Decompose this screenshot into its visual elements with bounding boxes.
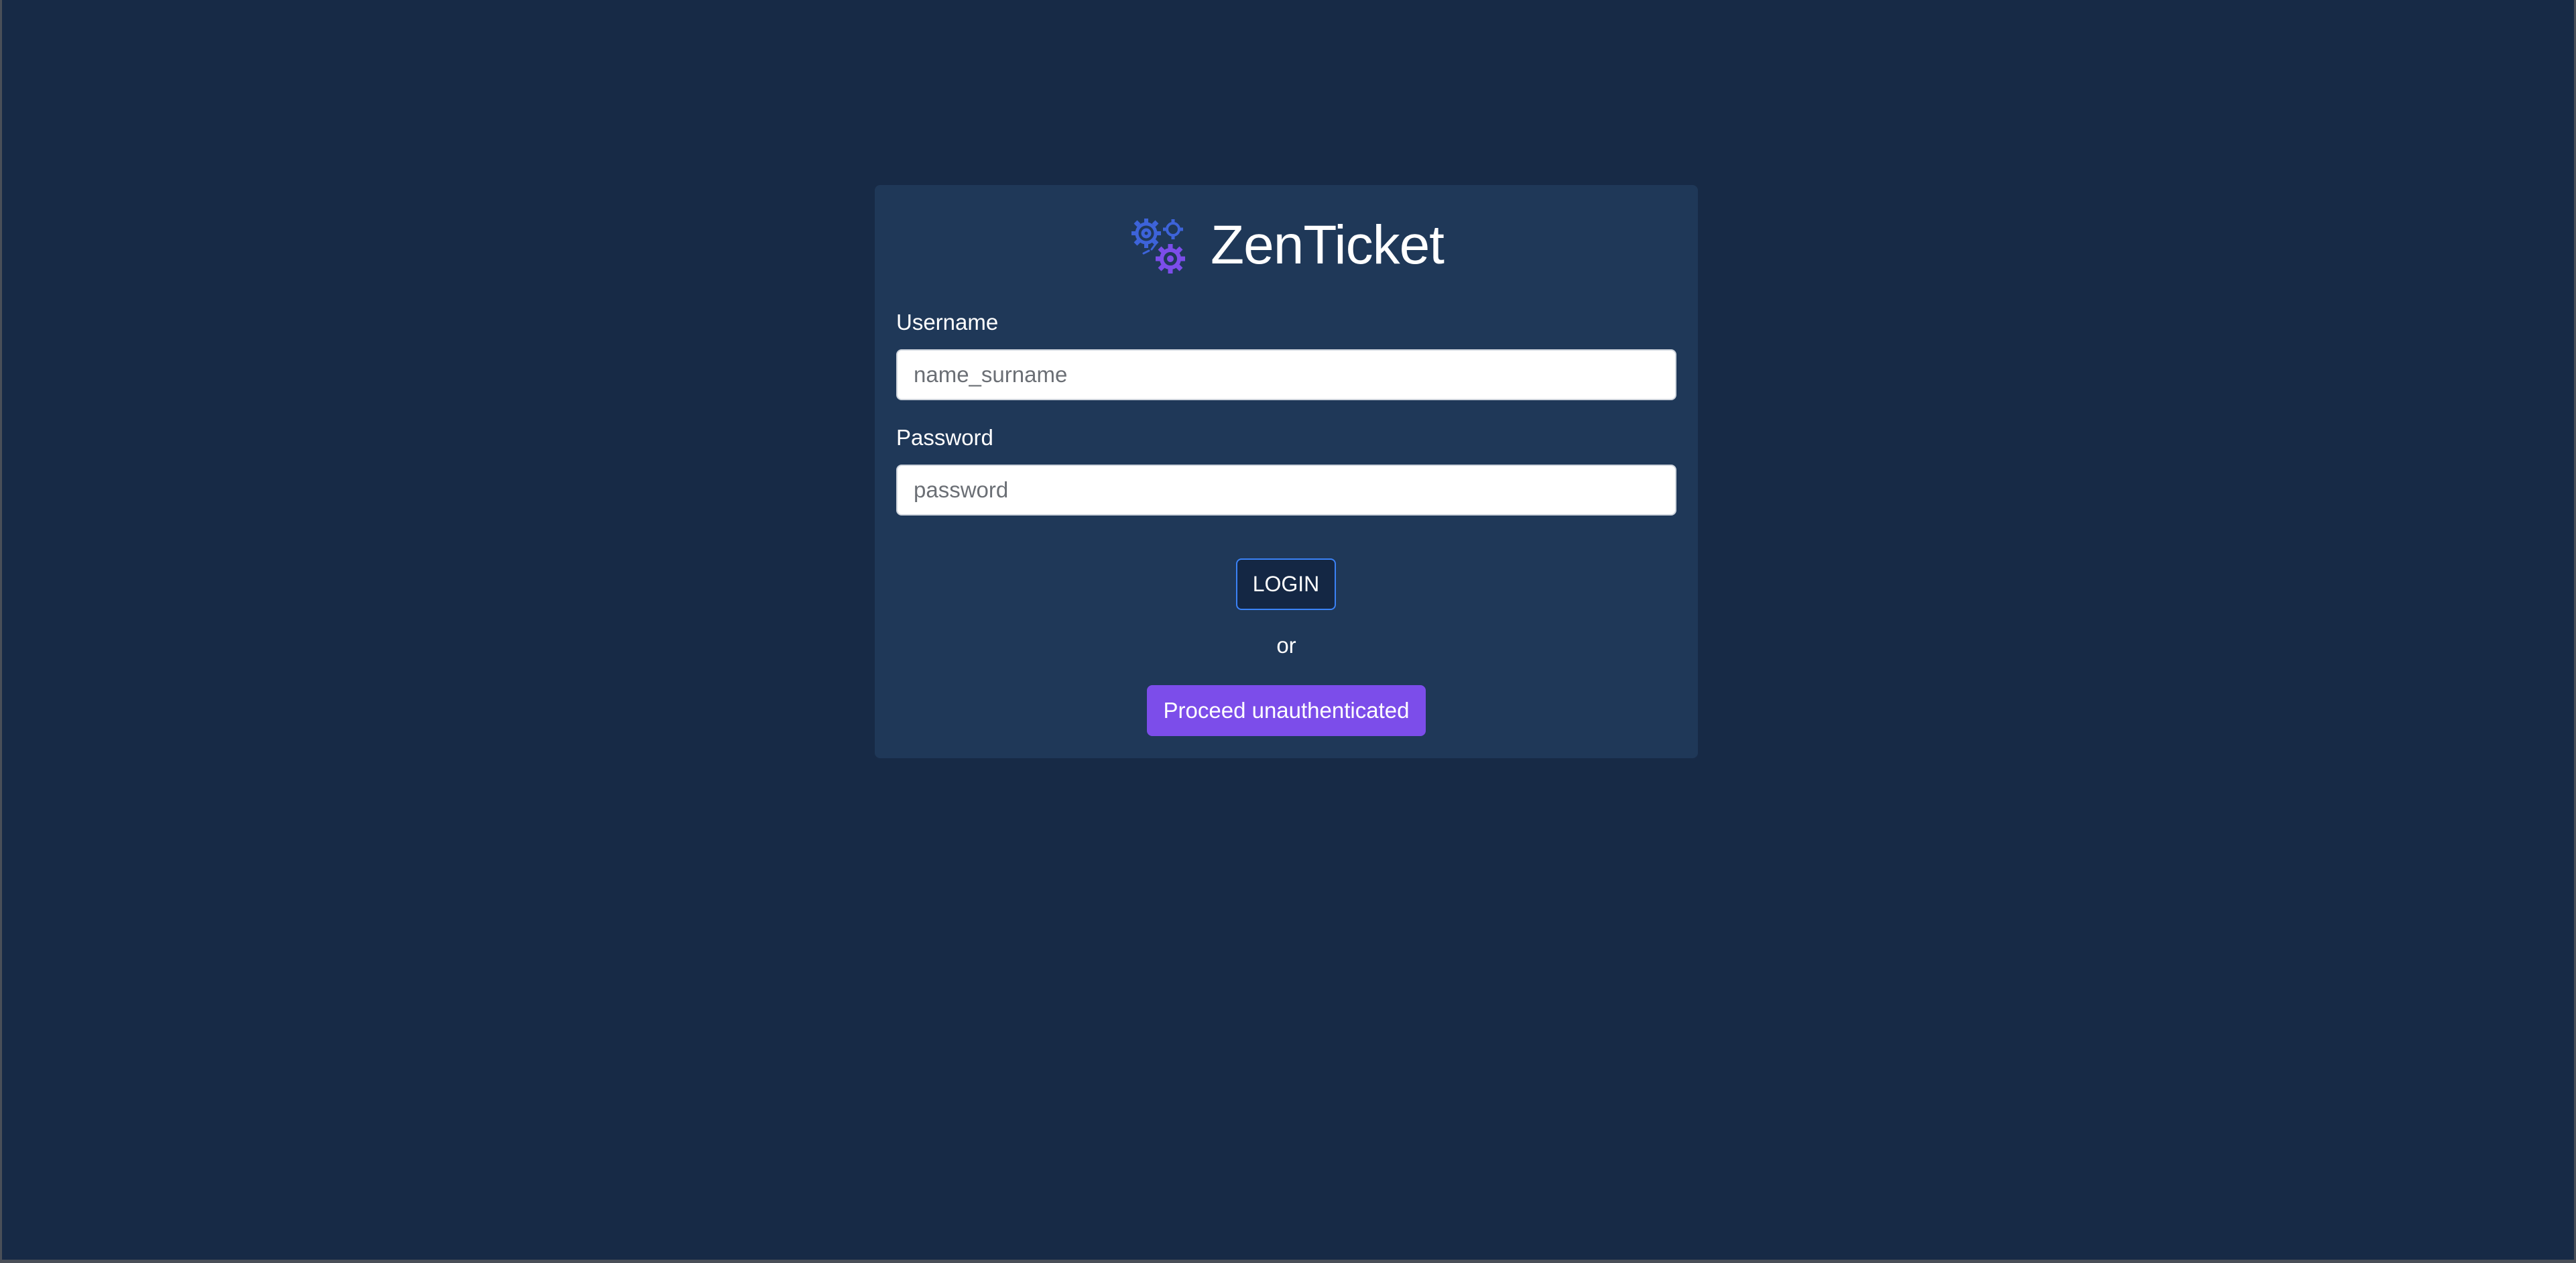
brand-header: ZenTicket	[875, 212, 1698, 279]
gears-icon	[1131, 219, 1186, 274]
password-label: Password	[896, 425, 993, 450]
gear-blue-large	[1135, 222, 1158, 245]
or-separator: or	[1276, 633, 1296, 658]
password-input[interactable]	[896, 465, 1676, 516]
proceed-unauthenticated-button[interactable]: Proceed unauthenticated	[1147, 685, 1426, 736]
login-button[interactable]: LOGIN	[1236, 558, 1336, 610]
app-title: ZenTicket	[1211, 215, 1445, 276]
username-input[interactable]	[896, 349, 1676, 400]
login-card: ZenTicket Username Password LOGIN or Pro…	[875, 185, 1698, 758]
username-label: Username	[896, 310, 999, 335]
